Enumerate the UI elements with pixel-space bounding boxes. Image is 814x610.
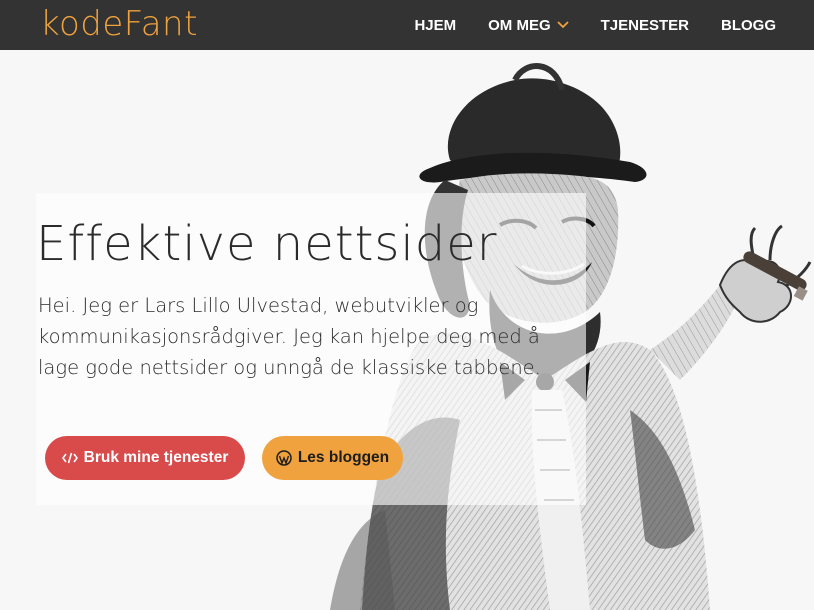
use-my-services-label: Bruk mine tjenester <box>83 449 229 466</box>
nav-item-om-meg[interactable]: OM MEG <box>488 17 569 34</box>
code-icon <box>61 452 78 464</box>
nav-item-label: OM MEG <box>488 16 551 34</box>
read-blog-label: Les bloggen <box>297 449 390 466</box>
nav-item-tjenester[interactable]: TJENESTER <box>601 17 689 34</box>
hero-intro-text: Hei. Jeg er Lars Lillo Ulvestad, webutvi… <box>38 294 541 379</box>
hero-section: Effektive nettsider Hei. Jeg er Lars Lil… <box>0 50 814 610</box>
nav-item-label: BLOGG <box>721 16 776 34</box>
use-my-services-button[interactable]: Bruk mine tjenester <box>45 436 245 480</box>
nav-item-label: TJENESTER <box>600 16 689 34</box>
read-blog-button[interactable]: Les bloggen <box>262 436 403 480</box>
hero-title: Effektive nettsider <box>36 216 498 272</box>
nav-item-blogg[interactable]: BLOGG <box>721 17 776 34</box>
wordpress-icon <box>276 450 292 466</box>
top-navbar: kodeFant HJEM OM MEG TJENESTER BLOGG <box>0 0 814 50</box>
main-nav: HJEM OM MEG TJENESTER BLOGG <box>398 0 814 50</box>
chevron-down-icon <box>557 21 569 29</box>
nav-item-label: HJEM <box>414 16 457 34</box>
site-logo[interactable]: kodeFant <box>40 4 198 44</box>
nav-item-hjem[interactable]: HJEM <box>414 17 456 34</box>
